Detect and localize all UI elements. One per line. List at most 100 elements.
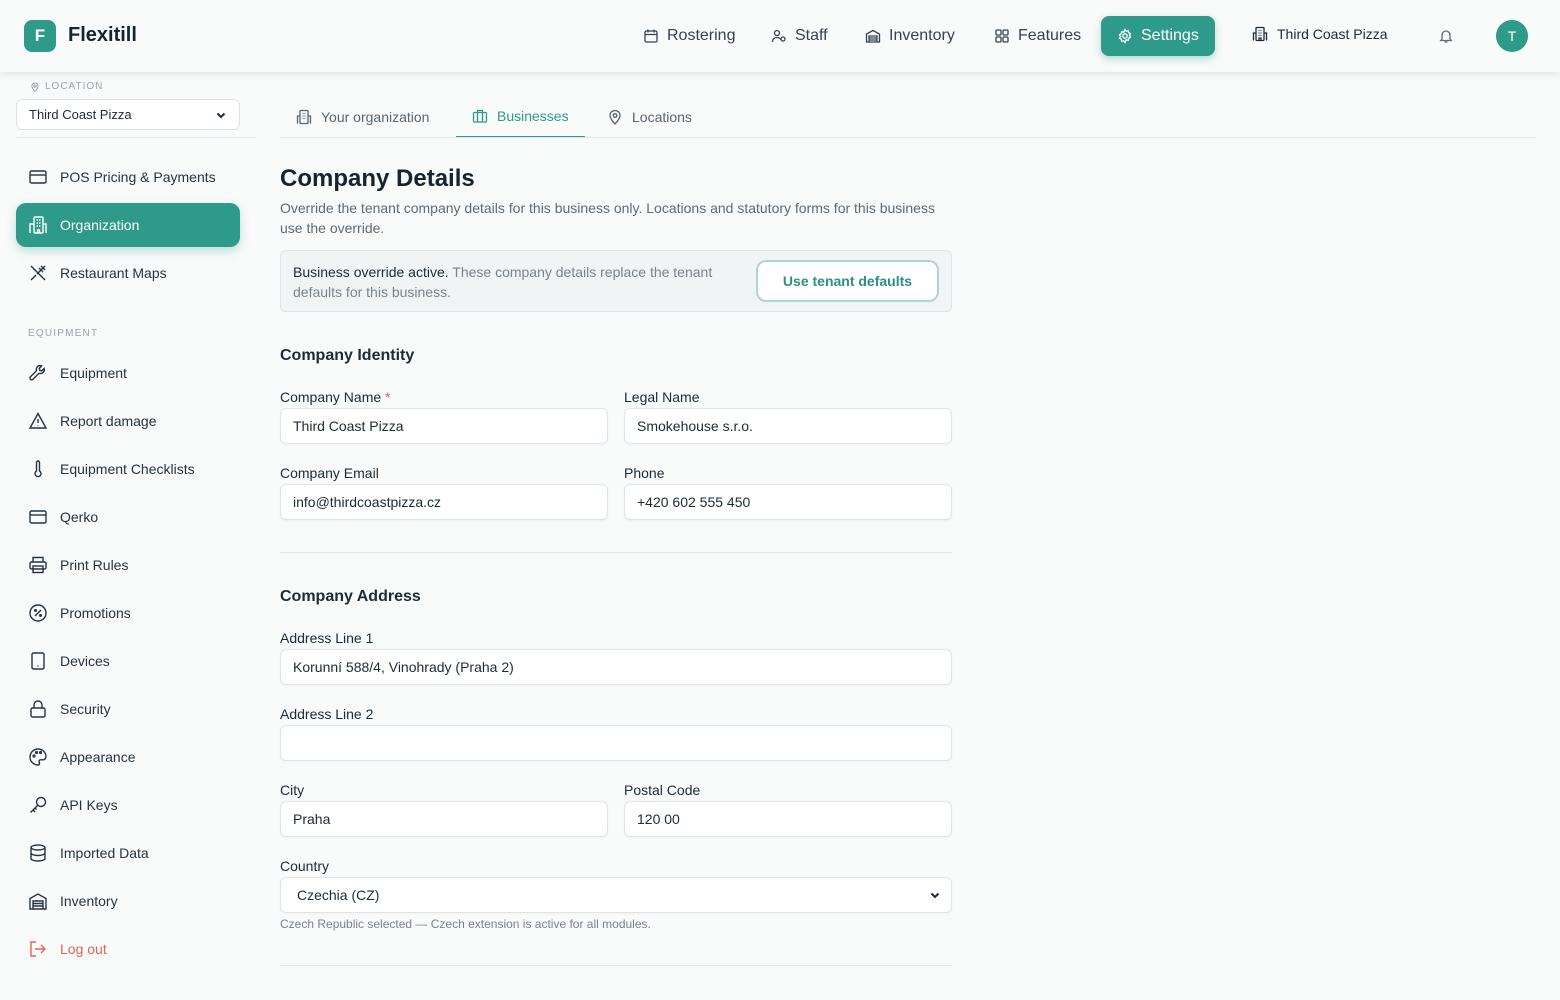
location-select-value: Third Coast Pizza xyxy=(29,107,132,122)
sidebar-item-promotions[interactable]: Promotions xyxy=(16,591,240,635)
chevron-down-icon xyxy=(216,112,226,118)
key-icon xyxy=(30,796,47,813)
sidebar-item-pos-pricing[interactable]: POS Pricing & Payments xyxy=(16,155,240,199)
phone-input[interactable]: +420 602 555 450 xyxy=(624,484,952,520)
app-logo[interactable]: F xyxy=(24,20,56,52)
country-select-value: Czechia (CZ) xyxy=(297,887,380,903)
company-email-input[interactable]: info@thirdcoastpizza.cz xyxy=(280,484,608,520)
tab-businesses[interactable]: Businesses xyxy=(456,96,585,138)
sidebar-item-label: Promotions xyxy=(60,605,131,621)
logout-label: Log out xyxy=(60,941,107,957)
nav-rostering[interactable]: Rostering xyxy=(643,16,735,56)
tab-your-organization[interactable]: Your organization xyxy=(280,96,445,138)
sidebar-item-label: Appearance xyxy=(60,749,136,765)
notice-bold: Business override active. xyxy=(293,264,449,280)
nav-features[interactable]: Features xyxy=(994,16,1081,56)
phone-label: Phone xyxy=(624,465,665,481)
warning-icon xyxy=(28,412,48,429)
country-select[interactable]: Czechia (CZ) xyxy=(280,877,952,913)
notice-text: Business override active. These company … xyxy=(293,262,743,302)
nav-staff-label: Staff xyxy=(795,27,828,44)
database-icon xyxy=(30,844,46,862)
address-line1-input[interactable]: Korunní 588/4, Vinohrady (Praha 2) xyxy=(280,649,952,685)
calendar-icon xyxy=(644,29,658,43)
printer-icon xyxy=(29,556,47,574)
logout-button[interactable]: Log out xyxy=(16,927,240,971)
top-bar: F Flexitill Rostering Staff Inventory Fe… xyxy=(0,0,1560,72)
postal-code-input[interactable]: 120 00 xyxy=(624,801,952,837)
tab-label: Locations xyxy=(632,109,692,125)
sidebar-item-label: POS Pricing & Payments xyxy=(60,169,216,185)
address-line2-input[interactable] xyxy=(280,725,952,761)
sidebar-item-label: Security xyxy=(60,701,111,717)
sidebar-item-qerko[interactable]: Qerko xyxy=(16,495,240,539)
location-select[interactable]: Third Coast Pizza xyxy=(16,99,240,130)
nav-rostering-label: Rostering xyxy=(667,27,736,44)
tablet-icon xyxy=(31,652,45,670)
address-line2-label: Address Line 2 xyxy=(280,706,374,722)
city-label: City xyxy=(280,782,305,798)
chevron-down-icon xyxy=(930,892,940,899)
section-heading-address: Company Address xyxy=(280,588,421,605)
sidebar-item-label: Restaurant Maps xyxy=(60,265,167,281)
nav-settings[interactable]: Settings xyxy=(1101,16,1215,56)
section-heading-identity: Company Identity xyxy=(280,347,415,364)
sidebar-divider xyxy=(16,137,256,138)
sidebar-item-api-keys[interactable]: API Keys xyxy=(16,783,240,827)
grid-icon xyxy=(995,29,1009,43)
lock-icon xyxy=(30,700,46,718)
app-name[interactable]: Flexitill xyxy=(68,24,137,47)
sidebar-item-label: Report damage xyxy=(60,413,157,429)
sidebar-item-organization[interactable]: Organization xyxy=(16,203,240,247)
sidebar-item-appearance[interactable]: Appearance xyxy=(16,735,240,779)
sidebar-item-label: Organization xyxy=(60,217,140,233)
business-name: Third Coast Pizza xyxy=(1277,26,1388,42)
company-name-label: Company Name * xyxy=(280,389,391,405)
tab-label: Businesses xyxy=(497,108,569,124)
sidebar-item-label: Qerko xyxy=(60,509,99,525)
briefcase-icon xyxy=(472,109,488,123)
sidebar-item-devices[interactable]: Devices xyxy=(16,639,240,683)
bell-icon xyxy=(1439,30,1453,43)
city-input[interactable]: Praha xyxy=(280,801,608,837)
page-title: Company Details xyxy=(280,165,475,192)
company-email-label: Company Email xyxy=(280,465,379,481)
sidebar-item-equipment-checklists[interactable]: Equipment Checklists xyxy=(16,447,240,491)
sidebar-item-inventory[interactable]: Inventory xyxy=(16,879,240,923)
building-icon xyxy=(1252,26,1268,42)
legal-name-input[interactable]: Smokehouse s.r.o. xyxy=(624,408,952,444)
sidebar-item-label: Imported Data xyxy=(60,845,149,861)
sidebar-item-security[interactable]: Security xyxy=(16,687,240,731)
wrench-icon xyxy=(29,364,46,381)
use-tenant-defaults-button[interactable]: Use tenant defaults xyxy=(756,260,939,302)
nav-inventory[interactable]: Inventory xyxy=(865,16,955,56)
sidebar-item-equipment[interactable]: Equipment xyxy=(16,351,240,395)
warehouse-icon xyxy=(29,893,47,910)
sidebar-item-restaurant-maps[interactable]: Restaurant Maps xyxy=(16,251,240,295)
discount-icon xyxy=(29,604,47,622)
sidebar-item-label: API Keys xyxy=(60,797,118,813)
avatar[interactable]: T xyxy=(1496,20,1528,52)
notifications-button[interactable] xyxy=(1438,28,1454,49)
section-divider xyxy=(280,965,952,966)
page-description: Override the tenant company details for … xyxy=(280,200,935,236)
sidebar-section-equipment: EQUIPMENT xyxy=(28,328,99,339)
country-hint: Czech Republic selected — Czech extensio… xyxy=(280,917,651,931)
sidebar-item-label: Devices xyxy=(60,653,110,669)
company-name-input[interactable]: Third Coast Pizza xyxy=(280,408,608,444)
thermometer-icon xyxy=(34,460,42,478)
sidebar-item-label: Equipment Checklists xyxy=(60,461,195,477)
sidebar-item-print-rules[interactable]: Print Rules xyxy=(16,543,240,587)
tab-locations[interactable]: Locations xyxy=(591,96,708,138)
location-label-text: LOCATION xyxy=(45,81,104,92)
sidebar-item-label: Print Rules xyxy=(60,557,129,573)
nav-staff[interactable]: Staff xyxy=(771,16,828,56)
tab-label: Your organization xyxy=(321,109,430,125)
card-icon xyxy=(29,510,47,524)
business-switcher[interactable]: Third Coast Pizza xyxy=(1252,26,1387,42)
country-label: Country xyxy=(280,858,330,874)
sidebar-item-report-damage[interactable]: Report damage xyxy=(16,399,240,443)
location-label: LOCATION xyxy=(30,81,103,92)
address-line1-label: Address Line 1 xyxy=(280,630,374,646)
sidebar-item-imported-data[interactable]: Imported Data xyxy=(16,831,240,875)
